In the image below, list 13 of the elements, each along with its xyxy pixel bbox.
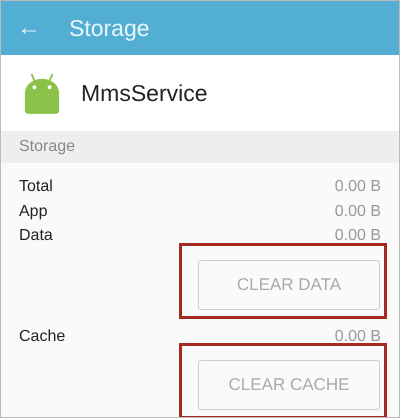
storage-label: Data: [19, 227, 53, 246]
android-icon: [23, 72, 61, 114]
back-icon[interactable]: ←: [17, 14, 45, 42]
section-title: Storage: [19, 138, 76, 156]
app-name: MmsService: [81, 80, 208, 106]
storage-label: Cache: [19, 328, 66, 346]
storage-value: 0.00 B: [334, 328, 381, 346]
screen-title: Storage: [69, 14, 150, 42]
storage-label: App: [19, 202, 48, 221]
storage-label: Total: [19, 178, 53, 196]
storage-value: 0.00 B: [334, 227, 381, 246]
storage-value: 0.00 B: [334, 202, 381, 221]
storage-value: 0.00 B: [334, 178, 381, 196]
